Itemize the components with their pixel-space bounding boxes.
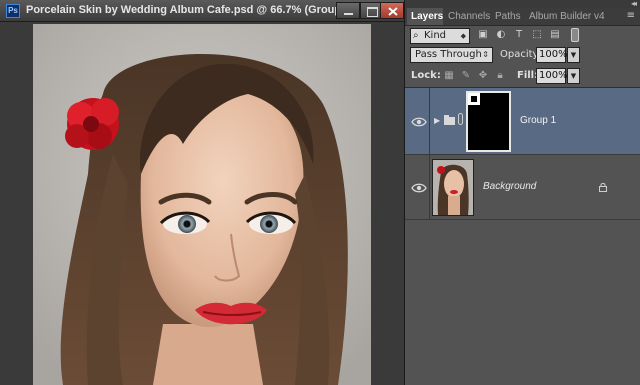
layer-name[interactable]: Group 1 — [520, 115, 556, 126]
portrait-illustration — [33, 24, 371, 385]
lock-label: Lock: — [411, 70, 441, 81]
blend-mode-select[interactable]: Pass Through ⇕ — [410, 47, 493, 63]
pixel-filter-icon[interactable]: ▣ — [477, 29, 489, 41]
portrait-thumbnail — [433, 160, 473, 215]
smart-object-filter-icon[interactable]: ▤ — [549, 29, 561, 41]
layer-mask-thumbnail[interactable] — [466, 91, 511, 152]
tab-channels[interactable]: Channels — [444, 8, 492, 25]
layers-panel: ◂◂ Layers Channels Paths Album Builder v… — [404, 0, 640, 385]
layer-row-background[interactable]: Background — [405, 155, 640, 220]
fill-label: Fill: — [517, 70, 539, 81]
search-icon: ⌕ — [413, 30, 419, 41]
folder-icon — [444, 115, 455, 125]
tab-paths[interactable]: Paths — [491, 8, 525, 25]
document-window: Ps Porcelain Skin by Wedding Album Cafe.… — [0, 0, 404, 385]
column-divider — [429, 155, 430, 219]
panel-top-bar: ◂◂ — [405, 0, 640, 8]
lock-transparent-pixels-icon[interactable]: ▦ — [443, 70, 455, 82]
lock-icon — [599, 183, 607, 192]
filter-kind-label: Kind — [424, 30, 447, 41]
layer-row-group-1[interactable]: ▶ Group 1 — [405, 88, 640, 155]
filter-kind-select[interactable]: ⌕ Kind ◆ — [410, 28, 470, 44]
fill-input[interactable]: 100% — [536, 68, 568, 84]
canvas-area[interactable] — [0, 22, 404, 385]
column-divider — [429, 88, 430, 154]
tab-album-builder[interactable]: Album Builder v4 — [525, 8, 613, 25]
adjustment-filter-icon[interactable]: ◐ — [495, 29, 507, 41]
panel-tab-bar: Layers Channels Paths Album Builder v4 ≡ — [405, 8, 640, 26]
red-flower — [65, 98, 119, 150]
lock-position-icon[interactable]: ✥ — [477, 70, 489, 82]
visibility-eye-icon[interactable] — [411, 182, 427, 194]
lock-all-icon[interactable]: 🔒︎ — [494, 70, 506, 82]
dropdown-arrow-icon: ⇕ — [482, 50, 489, 59]
expand-group-arrow-icon[interactable]: ▶ — [434, 116, 440, 125]
opacity-dropdown-button[interactable]: ▼ — [567, 47, 580, 63]
opacity-label: Opacity: — [500, 49, 542, 60]
mask-link-icon[interactable] — [458, 113, 463, 125]
dropdown-arrow-icon: ◆ — [460, 32, 466, 40]
tab-layers[interactable]: Layers — [407, 8, 443, 25]
document-title-bar[interactable]: Ps Porcelain Skin by Wedding Album Cafe.… — [0, 0, 404, 22]
layer-thumbnail[interactable] — [432, 159, 474, 216]
blend-mode-value: Pass Through — [415, 49, 482, 60]
visibility-eye-icon[interactable] — [411, 116, 427, 128]
layers-list: ▶ Group 1 Background — [405, 88, 640, 385]
blend-row: Pass Through ⇕ Opacity: 100% ▼ — [405, 45, 640, 65]
collapse-panel-icon[interactable]: ◂◂ — [631, 0, 637, 8]
panel-menu-icon[interactable]: ≡ — [627, 10, 635, 21]
opacity-input[interactable]: 100% — [536, 47, 568, 63]
photoshop-app-icon: Ps — [6, 4, 20, 18]
shape-filter-icon[interactable]: ⬚ — [531, 29, 543, 41]
fill-dropdown-button[interactable]: ▼ — [567, 68, 580, 84]
close-icon — [388, 7, 398, 16]
close-button[interactable] — [380, 2, 404, 19]
minimize-button[interactable] — [336, 2, 360, 19]
lock-image-pixels-icon[interactable]: ✎ — [460, 70, 472, 82]
lock-row: Lock: ▦ ✎ ✥ 🔒︎ Fill: 100% ▼ — [405, 65, 640, 88]
layer-filter-row: ⌕ Kind ◆ ▣ ◐ T ⬚ ▤ — [405, 26, 640, 46]
portrait-photo[interactable] — [33, 24, 371, 385]
filter-toggle-icon[interactable] — [571, 28, 579, 42]
layer-name[interactable]: Background — [483, 181, 536, 192]
type-filter-icon[interactable]: T — [513, 29, 525, 41]
